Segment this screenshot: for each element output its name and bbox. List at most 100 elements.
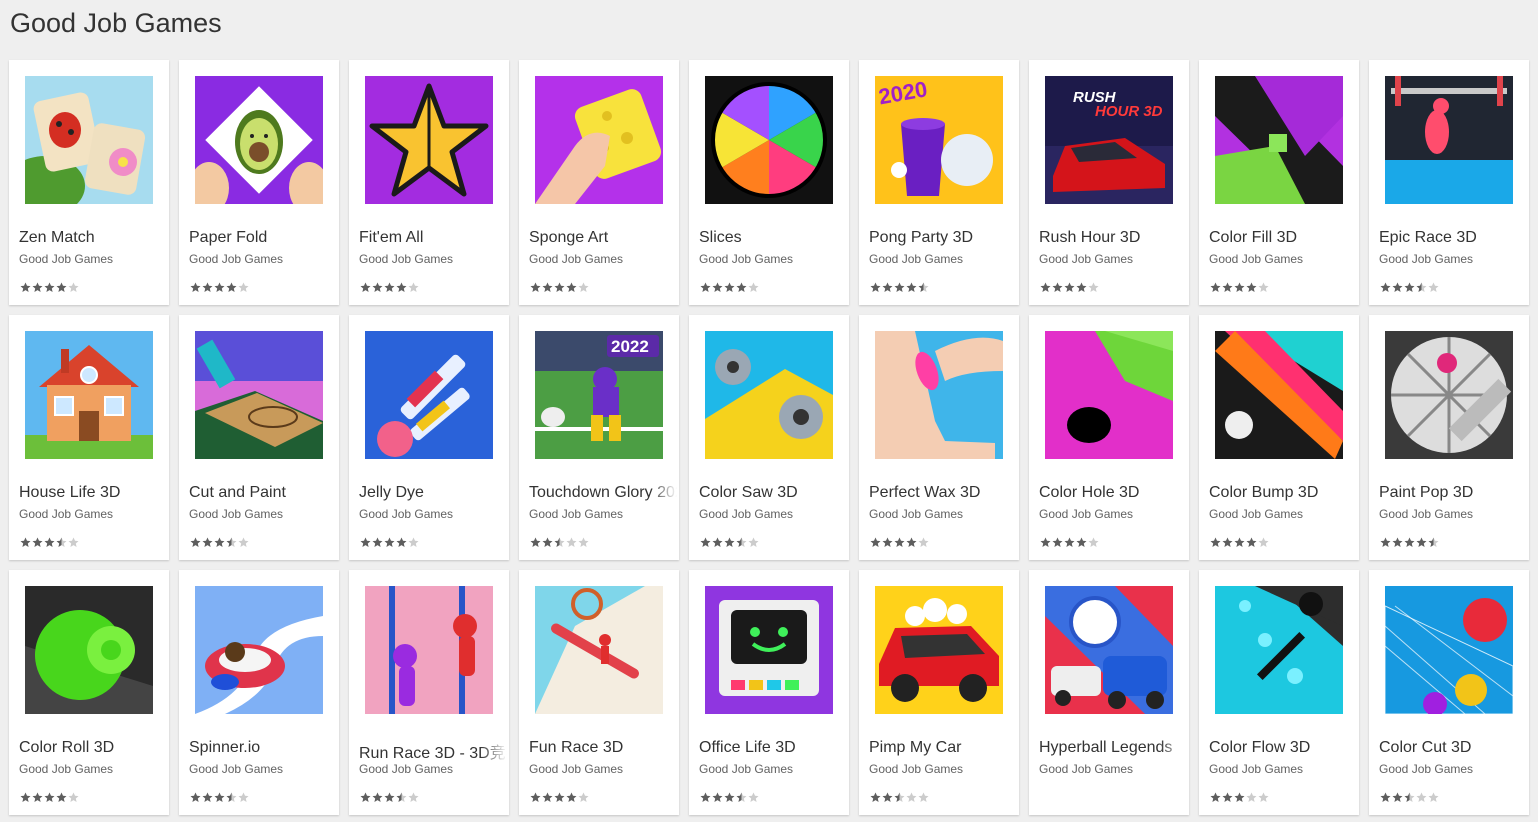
app-card[interactable]: Color Bump 3D Good Job Games: [1199, 315, 1359, 560]
app-card[interactable]: Color Saw 3D Good Job Games: [689, 315, 849, 560]
app-card[interactable]: Color Roll 3D Good Job Games: [9, 570, 169, 815]
app-title[interactable]: Office Life 3D: [699, 739, 847, 757]
app-developer[interactable]: Good Job Games: [699, 252, 793, 266]
app-card[interactable]: Color Flow 3D Good Job Games: [1199, 570, 1359, 815]
app-developer[interactable]: Good Job Games: [699, 507, 793, 521]
app-developer[interactable]: Good Job Games: [699, 762, 793, 776]
paper-fold-icon[interactable]: [195, 76, 323, 204]
app-card[interactable]: Perfect Wax 3D Good Job Games: [859, 315, 1019, 560]
app-card[interactable]: Zen Match Good Job Games: [9, 60, 169, 305]
epic-race-icon[interactable]: [1385, 76, 1513, 204]
app-developer[interactable]: Good Job Games: [359, 762, 453, 776]
app-developer[interactable]: Good Job Games: [1039, 507, 1133, 521]
app-title[interactable]: Color Roll 3D: [19, 739, 167, 757]
app-developer[interactable]: Good Job Games: [359, 252, 453, 266]
app-card[interactable]: Slices Good Job Games: [689, 60, 849, 305]
app-card[interactable]: Color Hole 3D Good Job Games: [1029, 315, 1189, 560]
app-developer[interactable]: Good Job Games: [869, 507, 963, 521]
app-card[interactable]: Fun Race 3D Good Job Games: [519, 570, 679, 815]
jelly-dye-icon[interactable]: [365, 331, 493, 459]
app-card[interactable]: Hyperball Legends Good Job Games: [1029, 570, 1189, 815]
app-developer[interactable]: Good Job Games: [1039, 252, 1133, 266]
app-title[interactable]: Color Saw 3D: [699, 484, 847, 502]
app-title[interactable]: Color Flow 3D: [1209, 739, 1357, 757]
app-card[interactable]: House Life 3D Good Job Games: [9, 315, 169, 560]
app-title[interactable]: Perfect Wax 3D: [869, 484, 1017, 502]
pimp-my-car-icon[interactable]: [875, 586, 1003, 714]
app-title[interactable]: Sponge Art: [529, 229, 677, 247]
app-card[interactable]: Spinner.io Good Job Games: [179, 570, 339, 815]
app-card[interactable]: Cut and Paint Good Job Games: [179, 315, 339, 560]
color-saw-icon[interactable]: [705, 331, 833, 459]
app-title[interactable]: Epic Race 3D: [1379, 229, 1527, 247]
app-card[interactable]: 2022 Touchdown Glory 2022 Good Job Games: [519, 315, 679, 560]
slices-icon[interactable]: [705, 76, 833, 204]
app-title[interactable]: Color Hole 3D: [1039, 484, 1187, 502]
app-title[interactable]: Pong Party 3D: [869, 229, 1017, 247]
app-title[interactable]: Jelly Dye: [359, 484, 507, 502]
app-developer[interactable]: Good Job Games: [1209, 507, 1303, 521]
app-developer[interactable]: Good Job Games: [869, 252, 963, 266]
app-developer[interactable]: Good Job Games: [1379, 252, 1473, 266]
run-race-icon[interactable]: [365, 586, 493, 714]
fun-race-icon[interactable]: [535, 586, 663, 714]
app-developer[interactable]: Good Job Games: [189, 252, 283, 266]
app-developer[interactable]: Good Job Games: [1379, 762, 1473, 776]
touchdown-glory-icon[interactable]: 2022: [535, 331, 663, 459]
app-title[interactable]: Color Bump 3D: [1209, 484, 1357, 502]
app-title[interactable]: Color Cut 3D: [1379, 739, 1527, 757]
paint-pop-icon[interactable]: [1385, 331, 1513, 459]
app-developer[interactable]: Good Job Games: [189, 762, 283, 776]
app-title[interactable]: Color Fill 3D: [1209, 229, 1357, 247]
app-card[interactable]: Pimp My Car Good Job Games: [859, 570, 1019, 815]
app-title[interactable]: Spinner.io: [189, 739, 337, 757]
app-developer[interactable]: Good Job Games: [1039, 762, 1133, 776]
app-developer[interactable]: Good Job Games: [529, 252, 623, 266]
app-developer[interactable]: Good Job Games: [1379, 507, 1473, 521]
app-card[interactable]: Paper Fold Good Job Games: [179, 60, 339, 305]
color-hole-icon[interactable]: [1045, 331, 1173, 459]
app-developer[interactable]: Good Job Games: [869, 762, 963, 776]
cut-and-paint-icon[interactable]: [195, 331, 323, 459]
app-title[interactable]: Paper Fold: [189, 229, 337, 247]
app-title[interactable]: Rush Hour 3D: [1039, 229, 1187, 247]
app-title[interactable]: Touchdown Glory 2022: [529, 484, 677, 502]
pong-party-icon[interactable]: 2020: [875, 76, 1003, 204]
app-title[interactable]: Fit'em All: [359, 229, 507, 247]
app-developer[interactable]: Good Job Games: [19, 252, 113, 266]
app-card[interactable]: Paint Pop 3D Good Job Games: [1369, 315, 1529, 560]
app-title[interactable]: Cut and Paint: [189, 484, 337, 502]
app-card[interactable]: RUSH HOUR 3D Rush Hour 3D Good Job Games: [1029, 60, 1189, 305]
app-title[interactable]: Paint Pop 3D: [1379, 484, 1527, 502]
app-developer[interactable]: Good Job Games: [189, 507, 283, 521]
app-card[interactable]: Fit'em All Good Job Games: [349, 60, 509, 305]
app-title[interactable]: Run Race 3D - 3D竞赛: [359, 739, 507, 763]
app-developer[interactable]: Good Job Games: [1209, 762, 1303, 776]
app-card[interactable]: Color Fill 3D Good Job Games: [1199, 60, 1359, 305]
app-card[interactable]: Color Cut 3D Good Job Games: [1369, 570, 1529, 815]
color-roll-icon[interactable]: [25, 586, 153, 714]
color-bump-icon[interactable]: [1215, 331, 1343, 459]
app-card[interactable]: Office Life 3D Good Job Games: [689, 570, 849, 815]
app-title[interactable]: Pimp My Car: [869, 739, 1017, 757]
perfect-wax-icon[interactable]: [875, 331, 1003, 459]
app-developer[interactable]: Good Job Games: [19, 762, 113, 776]
zen-match-icon[interactable]: [25, 76, 153, 204]
app-title[interactable]: Fun Race 3D: [529, 739, 677, 757]
app-card[interactable]: Run Race 3D - 3D竞赛 Good Job Games: [349, 570, 509, 815]
fitem-all-icon[interactable]: [365, 76, 493, 204]
rush-hour-icon[interactable]: RUSH HOUR 3D: [1045, 76, 1173, 204]
app-developer[interactable]: Good Job Games: [19, 507, 113, 521]
app-title[interactable]: Slices: [699, 229, 847, 247]
app-developer[interactable]: Good Job Games: [359, 507, 453, 521]
app-developer[interactable]: Good Job Games: [529, 762, 623, 776]
office-life-icon[interactable]: [705, 586, 833, 714]
hyperball-legends-icon[interactable]: [1045, 586, 1173, 714]
color-cut-icon[interactable]: [1385, 586, 1513, 714]
spinner-io-icon[interactable]: [195, 586, 323, 714]
app-card[interactable]: 2020 Pong Party 3D Good Job Games: [859, 60, 1019, 305]
app-title[interactable]: House Life 3D: [19, 484, 167, 502]
color-fill-icon[interactable]: [1215, 76, 1343, 204]
app-title[interactable]: Zen Match: [19, 229, 167, 247]
app-card[interactable]: Jelly Dye Good Job Games: [349, 315, 509, 560]
